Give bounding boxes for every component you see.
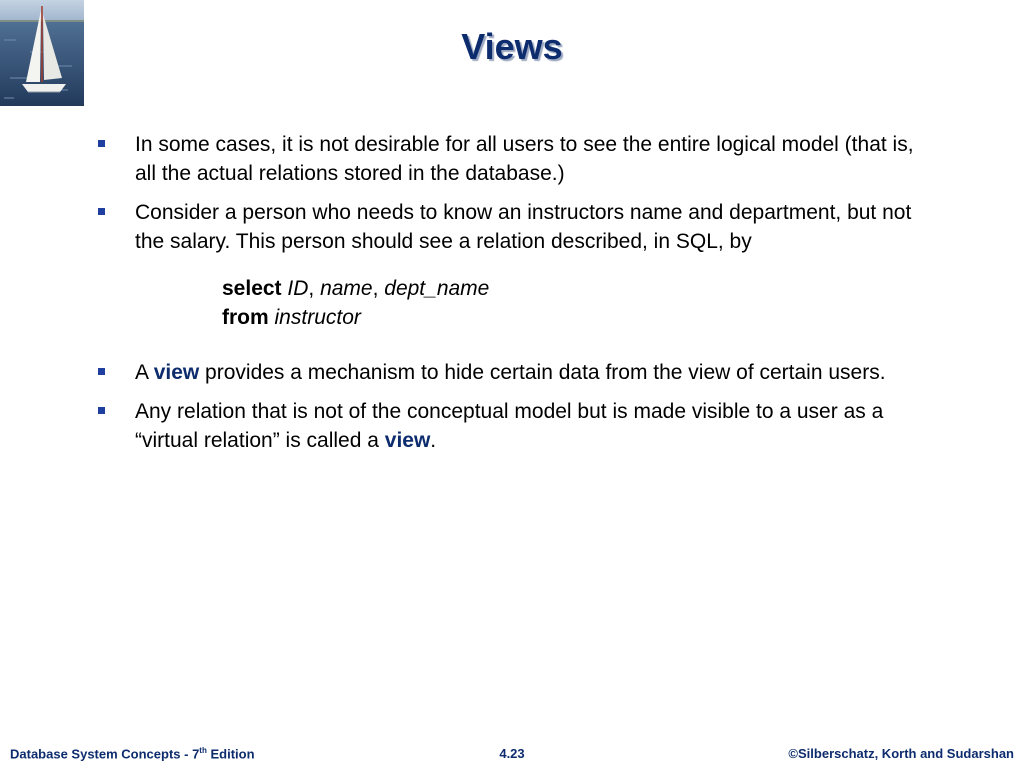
sql-separator: , (372, 277, 385, 300)
bullet-item: A view provides a mechanism to hide cert… (96, 358, 926, 387)
slide-footer: Database System Concepts - 7th Edition 4… (0, 744, 1024, 764)
sql-column: ID (287, 277, 309, 300)
bullet-text-suffix: . (430, 429, 437, 452)
slide-title: Views (461, 26, 563, 67)
bullet-item: In some cases, it is not desirable for a… (96, 130, 926, 188)
sql-keyword-select: select (222, 277, 282, 300)
footer-copyright: ©Silberschatz, Korth and Sudarshan (788, 746, 1014, 761)
bullet-text-prefix: Any relation that is not of the conceptu… (135, 400, 884, 452)
bullet-text: In some cases, it is not desirable for a… (135, 133, 914, 185)
sql-code-block: select ID, name, dept_name from instruct… (96, 274, 926, 332)
bullet-item: Any relation that is not of the conceptu… (96, 397, 926, 455)
bullet-text: Consider a person who needs to know an i… (135, 201, 912, 253)
square-bullet-icon (98, 140, 105, 147)
bullet-item: Consider a person who needs to know an i… (96, 198, 926, 256)
square-bullet-icon (98, 368, 105, 375)
square-bullet-icon (98, 407, 105, 414)
bullet-text-suffix: provides a mechanism to hide certain dat… (199, 361, 886, 384)
sql-keyword-from: from (222, 306, 269, 329)
sql-from-line: from instructor (222, 303, 926, 332)
sql-column: name (320, 277, 373, 300)
sql-separator: , (308, 277, 321, 300)
bullet-text-prefix: A (135, 361, 154, 384)
sql-column: dept_name (384, 277, 490, 300)
sql-select-line: select ID, name, dept_name (222, 274, 926, 303)
slide-content: In some cases, it is not desirable for a… (96, 130, 926, 465)
keyword-view: view (153, 361, 200, 384)
keyword-view: view (384, 429, 431, 452)
square-bullet-icon (98, 208, 105, 215)
bullet-text: A view provides a mechanism to hide cert… (135, 361, 886, 384)
sql-table: instructor (274, 306, 361, 329)
bullet-text: Any relation that is not of the conceptu… (135, 400, 883, 452)
